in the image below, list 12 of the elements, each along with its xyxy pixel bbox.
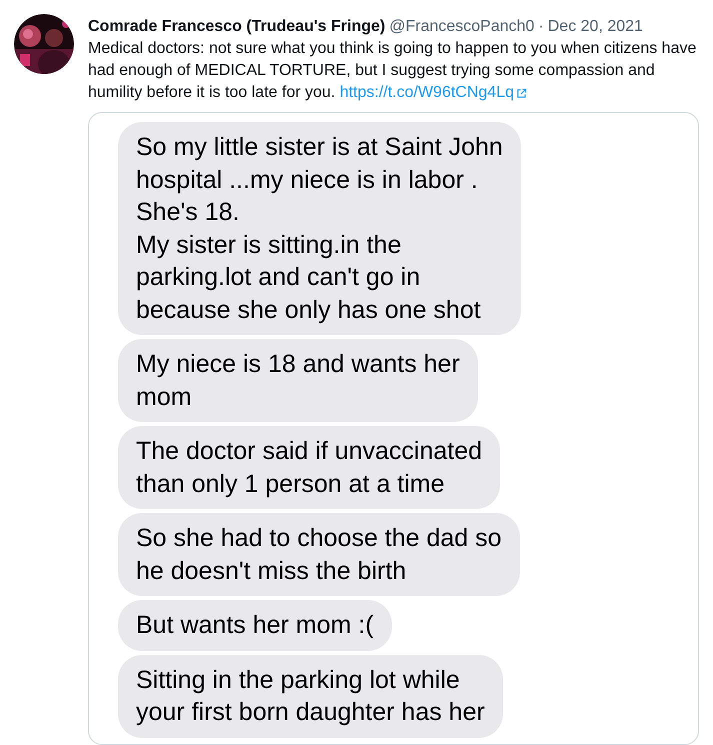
tweet-date[interactable]: Dec 20, 2021 (548, 17, 643, 37)
author-name[interactable]: Comrade Francesco (Trudeau's Fringe) (88, 17, 386, 37)
external-link-icon (516, 88, 527, 98)
message-bubble: But wants her mom :( (118, 600, 392, 650)
separator: · (538, 17, 544, 37)
message-bubble: My niece is 18 and wants her mom (118, 339, 478, 422)
message-bubble: Sitting in the parking lot while your first born daughter has her (118, 654, 503, 738)
message-bubble: So she had to choose the dad so he doesn't miss the birth (118, 513, 520, 596)
message-bubble: So my little sister is at Saint John hospital ...my niece is in labor . She's 18. My sister is sitting.in the parking.lot and can't go in because she only has one shot (118, 122, 521, 335)
tweet-text: Medical doctors: not sure what you think is going to happen to you when citizens have had enough of MEDICAL TORTURE, but I suggest trying some compassion and humility before it is too late for you. https://t.co/W96tCNg4Lq (88, 38, 699, 104)
author-handle[interactable]: @FrancescoPanch0 (389, 17, 534, 37)
message-bubble: The doctor said if unvaccinated than only 1 person at a time (118, 426, 500, 509)
